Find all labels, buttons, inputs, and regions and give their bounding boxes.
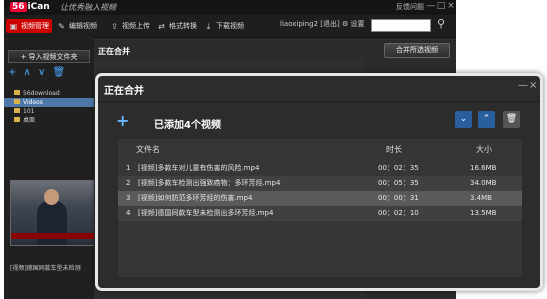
folder-icon <box>14 90 20 95</box>
close-icon[interactable]: × <box>446 1 456 11</box>
tab-video-manage[interactable]: ▣ 视频管理 <box>6 19 52 33</box>
merge-selected-button[interactable]: 合并所选视频 <box>384 43 450 58</box>
import-folder-button[interactable]: + 导入视频文件夹 <box>8 50 90 63</box>
column-header-duration: 时长 <box>386 145 402 154</box>
feedback-link[interactable]: 反馈问题 <box>396 2 424 12</box>
tab-edit-video[interactable]: ✎ 编辑视频 <box>54 19 100 33</box>
folder-icon <box>14 108 20 113</box>
film-icon: ▣ <box>9 22 18 31</box>
move-down-icon[interactable]: ⌄ <box>455 111 472 128</box>
table-row[interactable]: 3 [视频]如何防范多环芳烃的伤害.mp4 00：00：31 3.4MB <box>118 191 522 206</box>
delete-icon[interactable]: 🗑 <box>503 111 520 128</box>
title-bar: 56 iCan 让优秀融入视频 反馈问题 — □ × <box>4 0 456 15</box>
search-input[interactable] <box>371 19 431 32</box>
divider <box>98 101 540 102</box>
merge-dialog: 正在合并 — × + 已添加4个视频 ⌄ ⌃ 🗑 文件名 时长 大小 1 [视频]… <box>95 73 543 291</box>
dialog-close-icon[interactable]: × <box>529 80 537 91</box>
user-info[interactable]: liaoxiping2 [退出] ⚙ 设置 <box>280 19 364 29</box>
dialog-minimize-icon[interactable]: — <box>518 80 528 91</box>
center-header: 正在合并 <box>98 47 130 56</box>
table-row[interactable]: 2 [视频]多款车检测出强致癌物：多环芳烃.mp4 00：05：35 34.0MB <box>118 176 522 191</box>
thumbnail-caption: [视频]德国同款车型未检测 <box>10 265 81 272</box>
search-icon[interactable]: ⚲ <box>437 17 445 30</box>
tree-item[interactable]: 101 <box>4 107 94 116</box>
add-video-icon[interactable]: + <box>116 111 129 130</box>
convert-icon: ⇄ <box>158 22 165 31</box>
folder-icon <box>14 117 20 122</box>
tab-upload-video[interactable]: ⇪ 视频上传 <box>107 19 153 33</box>
column-header-filename: 文件名 <box>136 145 160 154</box>
table-row[interactable]: 1 [视频]多款车对儿童有伤害的风险.mp4 00：02：35 16.6MB <box>118 161 522 176</box>
table-row[interactable]: 4 [视频]德国同款车型未检测出多环芳烃.mp4 00：02：10 13.5MB <box>118 206 522 221</box>
video-count: 已添加4个视频 <box>154 120 221 131</box>
left-panel: + 导入视频文件夹 + ∧ ∨ 🗑 56download Videos 101 … <box>4 37 94 299</box>
tree-item[interactable]: 56download <box>4 89 94 98</box>
minimize-icon[interactable]: — <box>426 1 436 11</box>
column-header-size: 大小 <box>476 145 492 154</box>
app-logo: 56 iCan <box>10 2 50 12</box>
edit-icon: ✎ <box>58 22 65 31</box>
app-slogan: 让优秀融入视频 <box>60 3 116 12</box>
video-thumbnail[interactable] <box>10 180 96 246</box>
folder-tree: 56download Videos 101 桌面 <box>4 89 94 125</box>
folder-tools[interactable]: + ∧ ∨ 🗑 <box>8 67 67 78</box>
table-header: 文件名 时长 大小 <box>118 139 522 161</box>
move-up-icon[interactable]: ⌃ <box>478 111 495 128</box>
merge-file-table: 文件名 时长 大小 1 [视频]多款车对儿童有伤害的风险.mp4 00：02：35 1… <box>118 139 522 277</box>
tab-format-convert[interactable]: ⇄ 格式转换 <box>154 19 200 33</box>
tab-download-video[interactable]: ⤓ 下载视频 <box>201 19 247 33</box>
tree-item[interactable]: 桌面 <box>4 116 94 125</box>
maximize-icon[interactable]: □ <box>436 1 446 11</box>
download-icon: ⤓ <box>206 22 211 31</box>
upload-icon: ⇪ <box>111 22 118 31</box>
folder-icon <box>14 99 20 104</box>
dialog-title: 正在合并 <box>104 86 144 97</box>
tree-item[interactable]: Videos <box>4 98 94 107</box>
